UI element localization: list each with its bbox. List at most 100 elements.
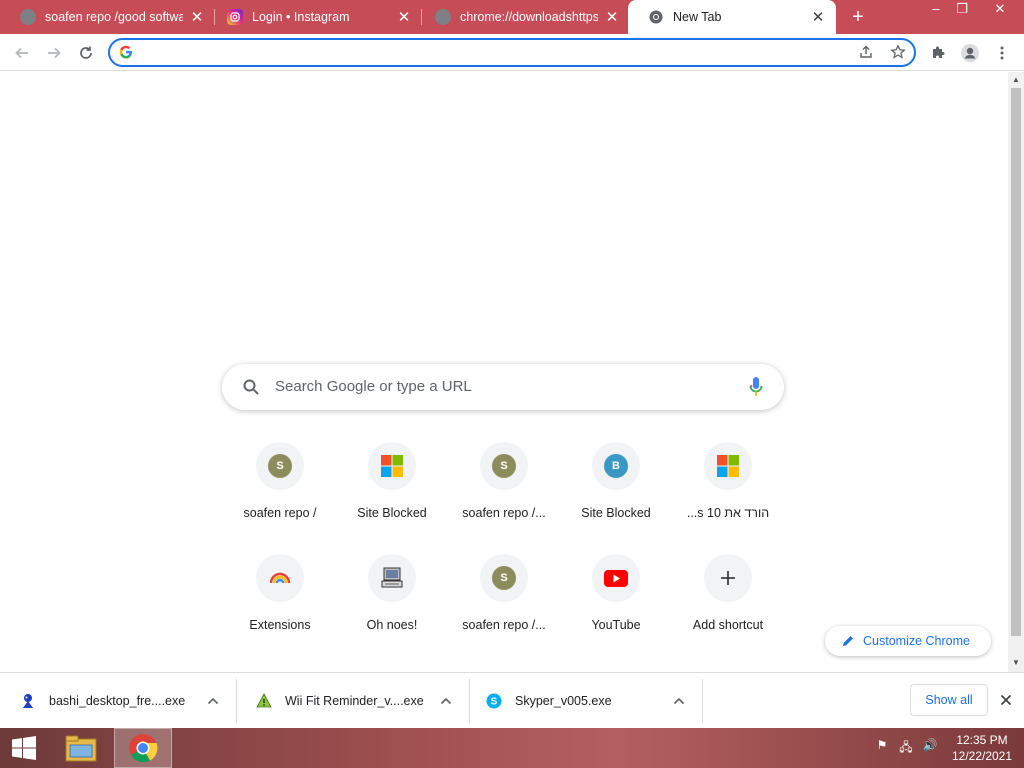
- download-filename: bashi_desktop_fre....exe: [49, 694, 186, 708]
- reload-button[interactable]: [74, 41, 98, 65]
- globe-icon: [435, 9, 451, 25]
- customize-chrome-button[interactable]: Customize Chrome: [825, 626, 991, 656]
- shortcut-label: Site Blocked: [581, 506, 651, 520]
- bashi-icon: [20, 693, 36, 709]
- back-arrow-icon: [15, 47, 28, 59]
- address-input[interactable]: [140, 43, 840, 63]
- shortcut-tile[interactable]: ...s 10 הורד את: [672, 442, 784, 554]
- chrome-icon: [129, 734, 158, 763]
- search-placeholder: Search Google or type a URL: [275, 378, 472, 395]
- shortcut-label: ...s 10 הורד את: [686, 506, 770, 520]
- profile-avatar-icon: [961, 44, 979, 62]
- download-item[interactable]: Wii Fit Reminder_v....exe: [236, 679, 469, 723]
- letter-b-icon: B: [592, 442, 640, 490]
- add-shortcut-tile[interactable]: Add shortcut: [672, 554, 784, 666]
- plus-icon: [704, 554, 752, 602]
- shortcut-label: soafen repo /...: [462, 618, 546, 632]
- letter-s-icon: S: [480, 554, 528, 602]
- folder-icon: [65, 735, 97, 762]
- share-icon[interactable]: [858, 44, 874, 63]
- forward-button[interactable]: [42, 41, 66, 65]
- download-item[interactable]: bashi_desktop_fre....exe: [0, 679, 236, 723]
- letter-s-icon: S: [256, 442, 304, 490]
- google-g-icon: [119, 45, 133, 62]
- shortcut-tile[interactable]: Extensions: [224, 554, 336, 666]
- flag-icon[interactable]: ⚑: [872, 738, 892, 758]
- close-shelf-button[interactable]: [996, 690, 1016, 710]
- chevron-up-icon[interactable]: [204, 692, 222, 710]
- system-clock[interactable]: 12:35 PM 12/22/2021: [945, 732, 1019, 764]
- letter-s-icon: S: [480, 442, 528, 490]
- rainbow-icon: [256, 554, 304, 602]
- new-tab-button[interactable]: +: [846, 5, 870, 29]
- computer-icon: [368, 554, 416, 602]
- scrollbar[interactable]: ▲ ▼: [1008, 72, 1024, 672]
- download-filename: Wii Fit Reminder_v....exe: [285, 694, 424, 708]
- customize-label: Customize Chrome: [863, 634, 970, 648]
- close-icon[interactable]: ✕: [810, 8, 826, 26]
- scroll-up-arrow[interactable]: ▲: [1011, 75, 1021, 85]
- address-bar[interactable]: [108, 38, 916, 67]
- download-shelf: bashi_desktop_fre....exe Wii Fit Reminde…: [0, 672, 1024, 728]
- volume-icon[interactable]: 🔊: [920, 738, 940, 758]
- microphone-icon[interactable]: [748, 376, 764, 401]
- shortcut-label: Extensions: [249, 618, 311, 632]
- shortcut-tile[interactable]: YouTube: [560, 554, 672, 666]
- download-filename: Skyper_v005.exe: [515, 694, 612, 708]
- bookmark-star-icon[interactable]: [890, 44, 906, 63]
- profile-button[interactable]: [958, 41, 982, 65]
- shortcut-tile[interactable]: S soafen repo /: [224, 442, 336, 554]
- instagram-icon: [227, 9, 243, 25]
- toolbar: [0, 34, 1024, 71]
- google-search-box[interactable]: Search Google or type a URL: [222, 364, 784, 410]
- file-explorer-taskbar-button[interactable]: [52, 728, 110, 768]
- shortcut-label: soafen repo /...: [462, 506, 546, 520]
- network-icon[interactable]: 🖧: [896, 738, 916, 758]
- tab-instagram[interactable]: Login • Instagram ✕: [207, 0, 422, 34]
- shortcut-tile[interactable]: S soafen repo /...: [448, 442, 560, 554]
- clock-date: 12/22/2021: [951, 749, 1013, 763]
- reload-icon: [80, 46, 92, 59]
- chevron-up-icon[interactable]: [437, 692, 455, 710]
- shortcut-tile[interactable]: B Site Blocked: [560, 442, 672, 554]
- chrome-icon: [648, 9, 664, 25]
- scroll-down-arrow[interactable]: ▼: [1011, 658, 1021, 668]
- tab-downloads[interactable]: chrome://downloadshttps:/ ✕: [415, 0, 630, 34]
- scroll-thumb[interactable]: [1011, 88, 1021, 636]
- search-icon: [242, 378, 260, 399]
- window-close-button[interactable]: ✕: [984, 0, 1016, 20]
- chevron-up-icon[interactable]: [670, 692, 688, 710]
- close-icon[interactable]: ✕: [396, 8, 412, 26]
- close-icon[interactable]: ✕: [189, 8, 205, 26]
- close-icon: [1000, 694, 1012, 706]
- tab-title: Login • Instagram: [252, 10, 350, 24]
- menu-button[interactable]: [990, 41, 1014, 65]
- forward-arrow-icon: [48, 47, 61, 59]
- shortcut-tile[interactable]: Oh noes!: [336, 554, 448, 666]
- chrome-taskbar-button[interactable]: [114, 728, 172, 768]
- download-item[interactable]: S Skyper_v005.exe: [466, 679, 702, 723]
- shortcut-label: Site Blocked: [357, 506, 427, 520]
- tab-soafen[interactable]: soafen repo /good softwar ✕: [0, 0, 215, 34]
- windows-start-icon: [12, 736, 36, 760]
- puzzle-icon: [933, 46, 945, 58]
- windows-logo-icon: [704, 442, 752, 490]
- skype-icon: S: [486, 693, 502, 709]
- clock-time: 12:35 PM: [956, 733, 1008, 747]
- restore-button[interactable]: ❐: [946, 0, 978, 20]
- show-all-button[interactable]: Show all: [910, 684, 988, 716]
- shortcut-label: YouTube: [591, 618, 641, 632]
- back-button[interactable]: [10, 41, 34, 65]
- new-tab-page: Search Google or type a URL S soafen rep…: [0, 72, 1024, 672]
- close-icon[interactable]: ✕: [604, 8, 620, 26]
- shortcut-tile[interactable]: Site Blocked: [336, 442, 448, 554]
- globe-icon: [20, 9, 36, 25]
- start-button[interactable]: [0, 728, 48, 768]
- kebab-menu-icon: [1000, 46, 1004, 60]
- youtube-icon: [592, 554, 640, 602]
- windows-logo-icon: [368, 442, 416, 490]
- tab-new-tab[interactable]: New Tab ✕: [628, 0, 836, 34]
- shortcut-tile[interactable]: S soafen repo /...: [448, 554, 560, 666]
- pencil-icon: [843, 636, 853, 646]
- extensions-button[interactable]: [926, 41, 950, 65]
